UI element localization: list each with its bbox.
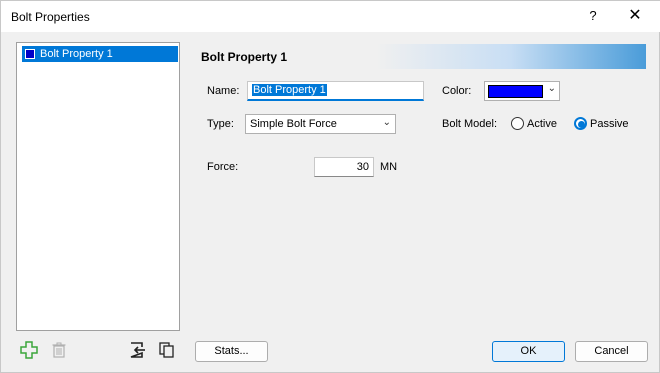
type-label: Type: <box>207 118 234 130</box>
trash-icon[interactable] <box>50 341 68 359</box>
force-unit-label: MN <box>380 161 398 173</box>
color-swatch-selected <box>488 85 543 98</box>
add-plus-icon[interactable] <box>20 341 38 359</box>
bolt-property-list[interactable]: Bolt Property 1 <box>16 42 180 331</box>
name-field-value: Bolt Property 1 <box>252 84 327 96</box>
passive-radio-label[interactable]: Passive <box>590 118 629 130</box>
copy-icon[interactable] <box>158 341 176 359</box>
type-select-value: Simple Bolt Force <box>250 118 337 130</box>
name-field[interactable]: Bolt Property 1 <box>247 81 424 101</box>
type-select[interactable]: Simple Bolt Force ⌄ <box>245 114 396 134</box>
list-item-label: Bolt Property 1 <box>40 48 113 60</box>
force-label: Force: <box>207 161 239 173</box>
bolt-properties-dialog: Bolt Properties ? ✕ Bolt Property 1 Bolt… <box>0 0 660 373</box>
title-bar: Bolt Properties ? ✕ <box>1 1 660 32</box>
stats-button[interactable]: Stats... <box>195 341 268 362</box>
window-title: Bolt Properties <box>11 10 90 24</box>
import-icon[interactable] <box>128 341 146 359</box>
ok-button[interactable]: OK <box>492 341 565 362</box>
property-header: Bolt Property 1 <box>195 44 646 69</box>
active-radio-label[interactable]: Active <box>527 118 557 130</box>
passive-radio[interactable] <box>574 117 587 130</box>
chevron-down-icon: ⌄ <box>382 117 391 128</box>
color-label: Color: <box>442 85 472 97</box>
close-button[interactable]: ✕ <box>623 5 647 27</box>
force-input[interactable]: 30 <box>314 157 374 177</box>
bolt-model-label: Bolt Model: <box>442 118 498 130</box>
property-title: Bolt Property 1 <box>201 50 288 64</box>
active-radio[interactable] <box>511 117 524 130</box>
color-picker[interactable]: ⌄ <box>484 81 560 101</box>
color-swatch <box>25 49 35 59</box>
name-label: Name: <box>207 85 240 97</box>
help-button[interactable]: ? <box>586 6 600 26</box>
list-item[interactable]: Bolt Property 1 <box>22 46 178 62</box>
cancel-button[interactable]: Cancel <box>575 341 648 362</box>
chevron-down-icon: ⌄ <box>547 83 556 94</box>
